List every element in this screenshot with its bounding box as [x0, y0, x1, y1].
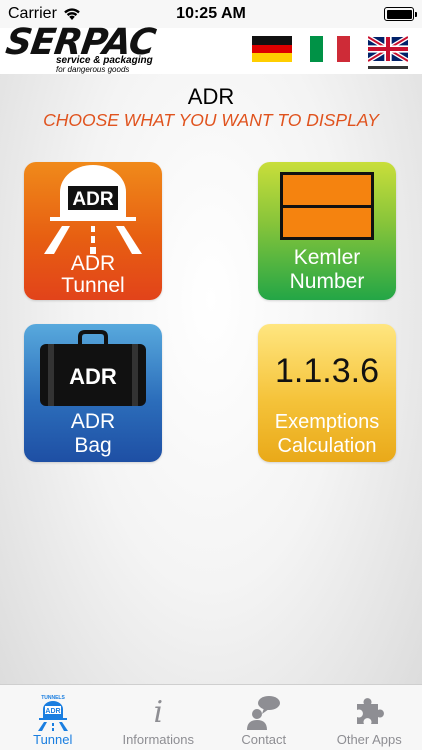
kemler-label-1: Kemler — [293, 246, 361, 269]
tab-tunnel[interactable]: TUNNELS ADR Tunnel — [0, 685, 106, 750]
page-title: ADR — [187, 84, 235, 109]
logo-wordmark: SERPAC — [3, 22, 158, 63]
adr-bag-label-2: Bag — [74, 434, 112, 457]
selected-language-indicator — [368, 36, 408, 69]
kemler-label-2: Number — [289, 270, 365, 293]
exemptions-calculation-button[interactable]: 1.1.3.6 Exemptions Calculation — [258, 324, 396, 462]
info-icon: i — [153, 694, 164, 730]
tunnel-icon: ADR — [44, 165, 142, 254]
tunnel-tab-icon-caption: TUNNELS — [41, 695, 65, 701]
tunnel-icon-text: ADR — [72, 189, 113, 210]
exemptions-number: 1.1.3.6 — [275, 352, 379, 390]
tab-informations-label: Informations — [122, 732, 195, 747]
kemler-plate-icon — [280, 172, 374, 240]
bag-icon-text: ADR — [69, 364, 117, 389]
tab-bar: TUNNELS ADR Tunnel i Informations Contac… — [0, 684, 422, 750]
flag-germany-icon[interactable] — [252, 36, 292, 62]
adr-bag-label-1: ADR — [70, 410, 116, 433]
adr-bag-button[interactable]: ADR ADR Bag — [24, 324, 162, 462]
language-selector — [252, 36, 408, 69]
adr-tunnel-label-2: Tunnel — [61, 274, 125, 297]
logo-tagline-2: for dangerous goods — [56, 65, 130, 74]
bag-icon: ADR — [40, 330, 146, 406]
serpac-logo: SERPAC service & packaging for dangerous… — [3, 22, 158, 74]
contact-icon — [246, 696, 280, 730]
tunnel-tab-icon-text: ADR — [45, 708, 60, 715]
tunnel-tab-icon: TUNNELS ADR — [37, 695, 68, 731]
app-header: SERPAC service & packaging for dangerous… — [0, 22, 422, 74]
tab-contact-label: Contact — [241, 732, 287, 747]
carrier-label: Carrier — [8, 5, 57, 22]
tab-contact[interactable]: Contact — [211, 685, 317, 750]
exemptions-label-2: Calculation — [277, 435, 377, 457]
wifi-icon — [64, 8, 80, 20]
exemptions-label-1: Exemptions — [274, 411, 380, 433]
puzzle-icon — [357, 698, 385, 724]
adr-tunnel-label-1: ADR — [70, 252, 116, 275]
page-subtitle: CHOOSE WHAT YOU WANT TO DISPLAY — [43, 110, 379, 130]
tab-tunnel-label: Tunnel — [33, 732, 73, 747]
tab-informations[interactable]: i Informations — [106, 685, 212, 750]
flag-uk-icon[interactable] — [368, 36, 408, 62]
adr-tunnel-button[interactable]: ADR ADR Tunnel — [24, 162, 162, 300]
battery-icon — [384, 7, 417, 21]
tab-other-apps-label: Other Apps — [336, 732, 402, 747]
kemler-number-button[interactable]: Kemler Number — [258, 162, 396, 300]
tab-other-apps[interactable]: Other Apps — [317, 685, 422, 750]
flag-italy-icon[interactable] — [310, 36, 350, 62]
